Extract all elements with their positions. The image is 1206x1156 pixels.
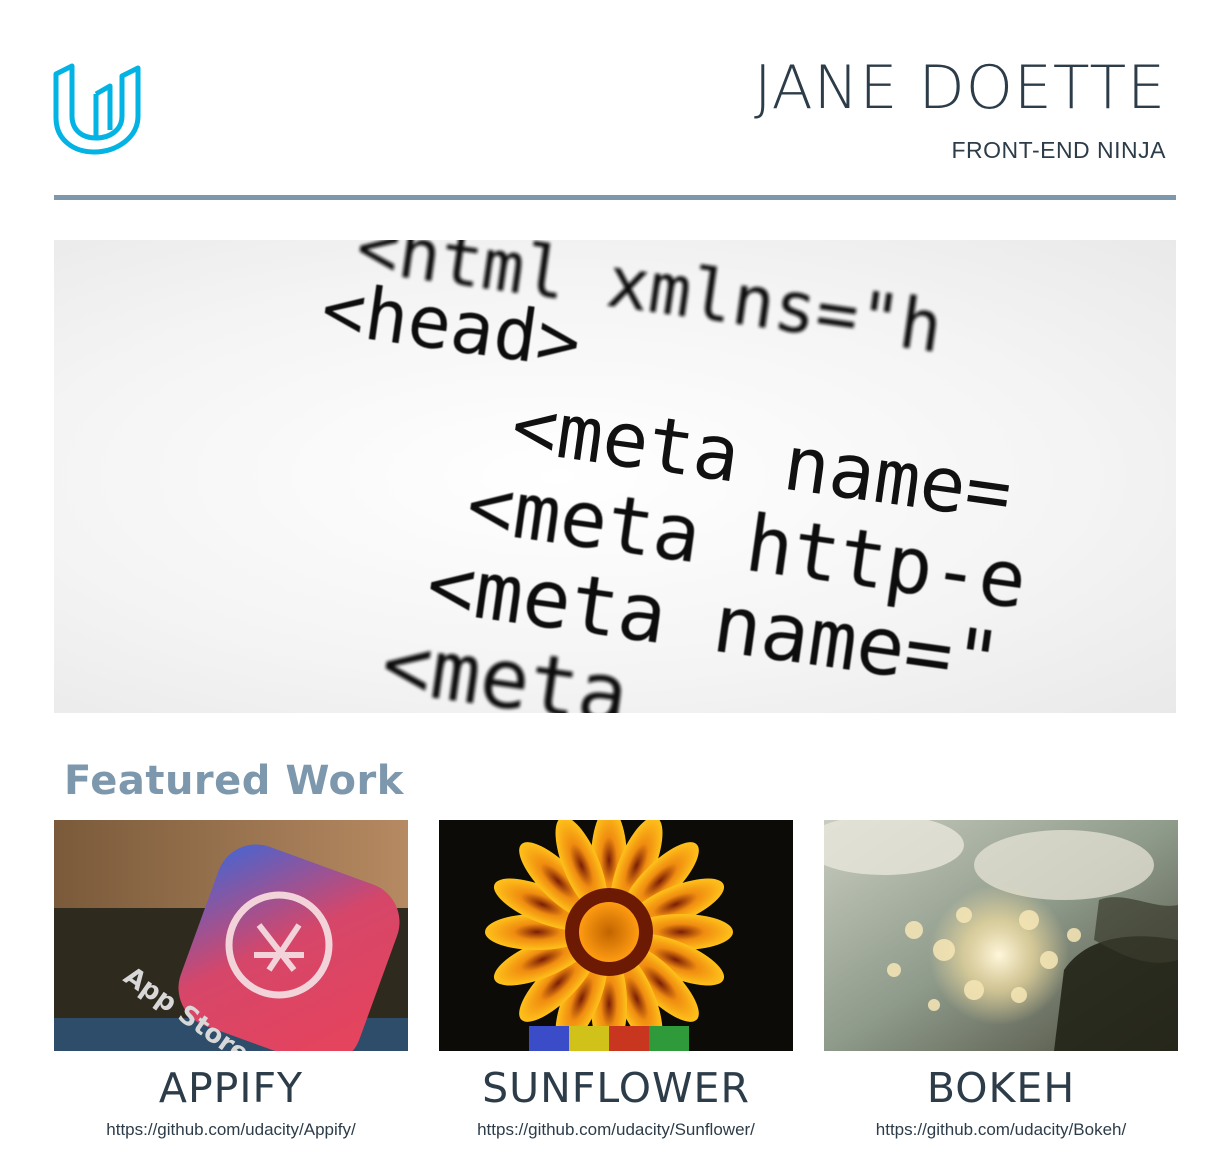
bokeh-image[interactable]	[824, 820, 1178, 1051]
section-title: Featured Work	[64, 758, 404, 804]
udacity-logo-icon[interactable]	[52, 62, 146, 156]
code-image: <html xmlns="h <head> <meta name= <meta …	[317, 240, 1032, 713]
work-link-bokeh[interactable]: https://github.com/udacity/Bokeh/	[824, 1120, 1178, 1140]
tagline: FRONT-END NINJA	[951, 137, 1166, 163]
work-title-sunflower: SUNFLOWER	[482, 1064, 750, 1112]
work-item-appify[interactable]: App Store APPIFY https://github.com/udac…	[54, 820, 408, 1140]
appify-image[interactable]: App Store	[54, 820, 408, 1051]
page-title: JANE DOETTE	[753, 53, 1166, 123]
sunflower-image[interactable]	[439, 820, 793, 1051]
work-item-bokeh[interactable]: BOKEH https://github.com/udacity/Bokeh/	[824, 820, 1178, 1140]
work-item-sunflower[interactable]: SUNFLOWER https://github.com/udacity/Sun…	[439, 820, 793, 1140]
hero-image: <html xmlns="h <head> <meta name= <meta …	[54, 240, 1176, 713]
work-title-bokeh: BOKEH	[926, 1064, 1076, 1112]
header-divider	[54, 195, 1176, 200]
work-link-appify[interactable]: https://github.com/udacity/Appify/	[54, 1120, 408, 1140]
work-title-appify: APPIFY	[158, 1064, 304, 1112]
work-link-sunflower[interactable]: https://github.com/udacity/Sunflower/	[439, 1120, 793, 1140]
